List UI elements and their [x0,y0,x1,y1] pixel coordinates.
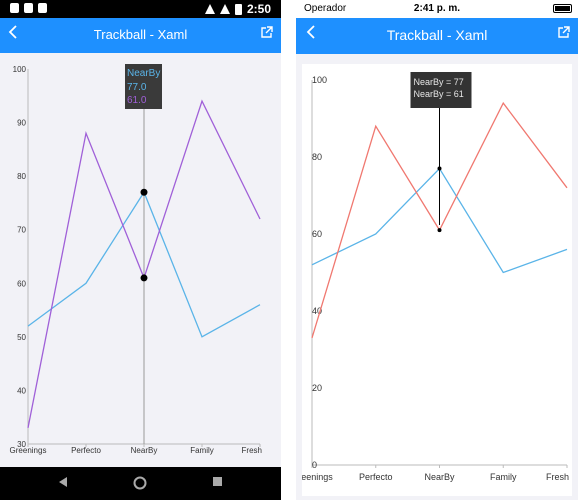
app-header: Trackball - Xaml [296,18,578,54]
sim-card-icon [38,3,47,13]
trackball-marker-2 [437,228,442,233]
status-time: 2:41 p. m. [413,3,461,14]
x-tick-label: Fresh [546,472,569,482]
page-title: Trackball - Xaml [93,27,188,42]
trackball-label-line: NearBy = 77 [414,77,464,87]
trackball-chart[interactable]: 100806040200GreeningsPerfectoNearByFamil… [296,64,572,496]
trackball-label-title: NearBy [127,68,160,79]
y-tick-label: 90 [17,119,26,128]
android-screen: 2:50 Trackball - Xaml 100 90 80 70 60 50 40 30 G… [0,0,281,500]
chart-card: 100806040200GreeningsPerfectoNearByFamil… [296,64,572,496]
y-tick-label: 80 [17,172,26,181]
x-tick-label: Greenings [10,446,47,455]
x-tick-label: Family [190,446,214,455]
battery-icon [234,3,242,15]
trackball-label-value: 77.0 [127,82,147,93]
x-tick-label: NearBy [131,446,158,455]
open-external-button[interactable] [557,26,570,44]
status-time: 2:50 [246,2,271,16]
android-status-bar: 2:50 [0,0,281,18]
y-tick-label: 100 [13,65,27,74]
shield-icon [24,3,33,13]
battery-icon [553,4,572,13]
y-tick-label: 60 [17,279,26,288]
trackball-marker-2 [140,274,148,282]
trackball-label-line: NearBy = 61 [414,89,464,99]
nav-back-button[interactable] [58,476,68,488]
nav-home-button[interactable] [133,476,147,490]
ios-screen: Operador 2:41 p. m. Trackball - Xaml 100… [296,0,578,500]
x-tick-label: Perfecto [71,446,101,455]
app-header: Trackball - Xaml [0,18,281,53]
external-link-icon [261,26,273,38]
y-tick-label: 60 [312,229,322,239]
settings-icon [10,3,19,13]
y-tick-label: 0 [312,460,317,470]
android-navigation-bar [0,467,281,500]
x-tick-label: Fresh [242,446,262,455]
trackball-marker-1 [437,166,442,171]
y-tick-label: 100 [312,75,327,85]
open-external-button[interactable] [260,26,273,44]
y-tick-label: 20 [312,383,322,393]
x-tick-label: NearBy [424,472,455,482]
wifi-icon [204,4,215,14]
trackball-label-value: 61.0 [127,95,147,106]
trackball-marker-1 [140,188,148,196]
signal-icon [219,4,230,14]
y-tick-label: 80 [312,152,322,162]
x-tick-label: Perfecto [359,472,393,482]
y-tick-label: 50 [17,333,26,342]
x-tick-label: Family [490,472,517,482]
page-title: Trackball - Xaml [386,27,488,43]
ios-status-bar: Operador 2:41 p. m. [296,0,578,18]
trackball-chart[interactable]: 10090807060504030Greenings Perfecto NearBy… [0,53,281,467]
x-tick-label: Greenings [302,472,333,482]
y-tick-label: 40 [17,386,26,395]
nav-recents-button[interactable] [212,476,223,487]
external-link-icon [558,26,570,38]
y-tick-label: 70 [17,226,26,235]
